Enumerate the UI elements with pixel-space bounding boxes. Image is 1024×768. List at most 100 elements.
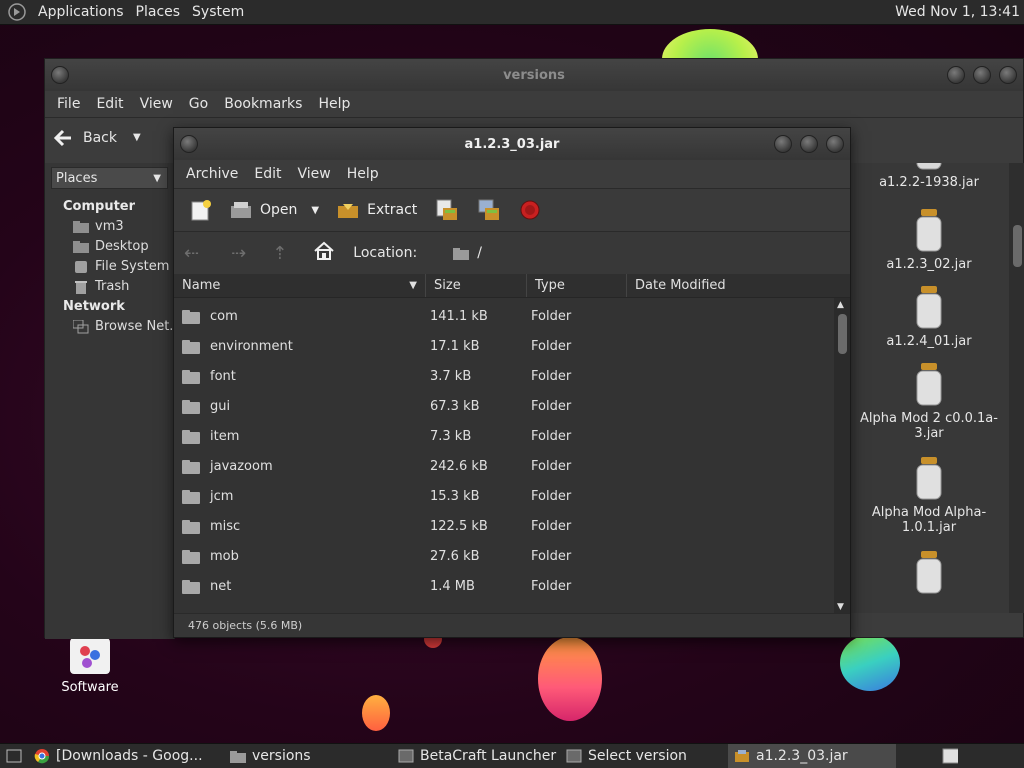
workspace-icon — [942, 748, 958, 764]
table-row[interactable]: item 7.3 kB Folder — [174, 421, 834, 451]
table-row[interactable]: javazoom 242.6 kB Folder — [174, 451, 834, 481]
table-row[interactable]: environment 17.1 kB Folder — [174, 331, 834, 361]
table-row[interactable]: jcm 15.3 kB Folder — [174, 481, 834, 511]
chevron-down-icon[interactable]: ▼ — [133, 132, 141, 143]
file-item[interactable]: Alpha Mod 2 c0.0.1a-3.jar — [859, 363, 999, 441]
new-archive-button[interactable] — [184, 199, 218, 221]
location-field[interactable]: / — [453, 245, 482, 261]
file-item[interactable]: Alpha Mod Alpha-1.0.1.jar — [859, 457, 999, 535]
taskbar-item-label: BetaCraft Launcher ... — [420, 748, 560, 764]
taskbar-item-betacraft[interactable]: BetaCraft Launcher ... — [392, 744, 560, 768]
table-row[interactable]: misc 122.5 kB Folder — [174, 511, 834, 541]
location-value: / — [477, 245, 482, 261]
back-arrow-icon[interactable]: ⇠ — [184, 243, 199, 264]
sidebar-item-vm3[interactable]: vm3 — [73, 219, 174, 234]
places-select-label: Places — [56, 170, 98, 186]
archive-titlebar[interactable]: a1.2.3_03.jar — [174, 128, 850, 160]
show-desktop-button[interactable] — [0, 744, 28, 768]
row-name: mob — [210, 548, 239, 564]
java-window-icon — [398, 748, 414, 764]
clock[interactable]: Wed Nov 1, 13:41 — [895, 4, 1024, 20]
add-files-button[interactable] — [429, 198, 465, 222]
places-select[interactable]: Places ▼ — [51, 167, 168, 189]
sidebar-item-file-system[interactable]: File System — [73, 259, 174, 274]
menu-edit[interactable]: Edit — [246, 166, 289, 182]
scroll-down-arrow-icon[interactable]: ▼ — [837, 602, 844, 612]
up-arrow-icon[interactable]: ⇡ — [272, 243, 287, 264]
menu-edit[interactable]: Edit — [88, 96, 131, 112]
software-icon — [70, 638, 110, 674]
versions-titlebar[interactable]: versions — [45, 59, 1023, 91]
sidebar-item-trash[interactable]: Trash — [73, 279, 174, 294]
column-header-name[interactable]: Name ▼ — [174, 274, 426, 297]
stop-button[interactable] — [513, 199, 547, 221]
back-button[interactable]: Back ▼ — [53, 129, 141, 147]
sidebar-item-label: Desktop — [95, 239, 149, 254]
extract-label: Extract — [367, 202, 418, 218]
menu-view[interactable]: View — [132, 96, 181, 112]
add-files-icon — [436, 199, 458, 220]
table-row[interactable]: font 3.7 kB Folder — [174, 361, 834, 391]
menu-file[interactable]: File — [49, 96, 88, 112]
java-window-icon — [566, 748, 582, 764]
close-button[interactable] — [999, 66, 1017, 84]
sidebar-header-computer: Computer — [63, 199, 136, 214]
chevron-down-icon[interactable]: ▼ — [311, 205, 319, 216]
table-row[interactable]: net 1.4 MB Folder — [174, 571, 834, 601]
sidebar-item-label: File System — [95, 259, 170, 274]
add-folder-button[interactable] — [471, 198, 507, 222]
folder-icon — [182, 579, 200, 594]
taskbar-item-versions[interactable]: versions — [224, 744, 392, 768]
row-name: jcm — [210, 488, 234, 504]
menu-go[interactable]: Go — [181, 96, 216, 112]
folder-icon — [182, 489, 200, 504]
system-menu[interactable]: System — [186, 4, 250, 20]
chevron-down-icon: ▼ — [153, 172, 161, 184]
file-item[interactable] — [859, 551, 999, 599]
home-icon[interactable] — [313, 241, 335, 265]
scroll-up-arrow-icon[interactable]: ▲ — [837, 300, 844, 310]
table-row[interactable]: com 141.1 kB Folder — [174, 301, 834, 331]
table-row[interactable]: mob 27.6 kB Folder — [174, 541, 834, 571]
open-button[interactable]: Open ▼ — [224, 200, 325, 220]
file-label: a1.2.4_01.jar — [886, 334, 972, 349]
menu-help[interactable]: Help — [339, 166, 387, 182]
column-header-date-modified[interactable]: Date Modified — [627, 274, 834, 297]
maximize-button[interactable] — [973, 66, 991, 84]
software-desktop-icon[interactable]: Software — [50, 638, 130, 695]
row-type: Folder — [531, 578, 572, 594]
menu-view[interactable]: View — [290, 166, 339, 182]
versions-icon-view: a1.2.2-1938.jar a1.2.3_02.jar a1.2.4_01.… — [845, 163, 1024, 613]
table-row[interactable]: gui 67.3 kB Folder — [174, 391, 834, 421]
taskbar-item-archive[interactable]: a1.2.3_03.jar — [728, 743, 896, 768]
applications-menu[interactable]: Applications — [32, 4, 130, 20]
workspace-switcher[interactable] — [936, 744, 964, 768]
sidebar-item-browse-network[interactable]: Browse Net... — [73, 319, 182, 334]
sidebar-item-desktop[interactable]: Desktop — [73, 239, 174, 254]
scrollbar-thumb[interactable] — [1013, 225, 1022, 267]
column-header-type[interactable]: Type — [527, 274, 627, 297]
menu-archive[interactable]: Archive — [178, 166, 246, 182]
icon-view-scrollbar[interactable] — [1009, 163, 1024, 613]
file-item[interactable]: a1.2.4_01.jar — [859, 286, 999, 349]
menu-bookmarks[interactable]: Bookmarks — [216, 96, 310, 112]
places-menu[interactable]: Places — [130, 4, 187, 20]
taskbar-item-select-version[interactable]: Select version — [560, 744, 728, 768]
distro-logo-icon[interactable] — [6, 3, 28, 21]
taskbar-item-downloads[interactable]: [Downloads - Goog... — [28, 744, 224, 768]
close-button[interactable] — [826, 135, 844, 153]
taskbar: [Downloads - Goog... versions BetaCraft … — [0, 743, 1024, 768]
menu-help[interactable]: Help — [310, 96, 358, 112]
file-list-scrollbar[interactable]: ▲ ▼ — [834, 298, 850, 614]
scrollbar-thumb[interactable] — [838, 314, 847, 354]
column-header-size[interactable]: Size — [426, 274, 527, 297]
file-item[interactable]: a1.2.2-1938.jar — [859, 163, 999, 190]
stop-icon — [520, 200, 540, 220]
extract-button[interactable]: Extract — [331, 200, 423, 220]
maximize-button[interactable] — [800, 135, 818, 153]
file-item[interactable]: a1.2.3_02.jar — [859, 209, 999, 272]
minimize-button[interactable] — [774, 135, 792, 153]
forward-arrow-icon[interactable]: ⇢ — [231, 243, 246, 264]
folder-icon — [182, 369, 200, 384]
minimize-button[interactable] — [947, 66, 965, 84]
